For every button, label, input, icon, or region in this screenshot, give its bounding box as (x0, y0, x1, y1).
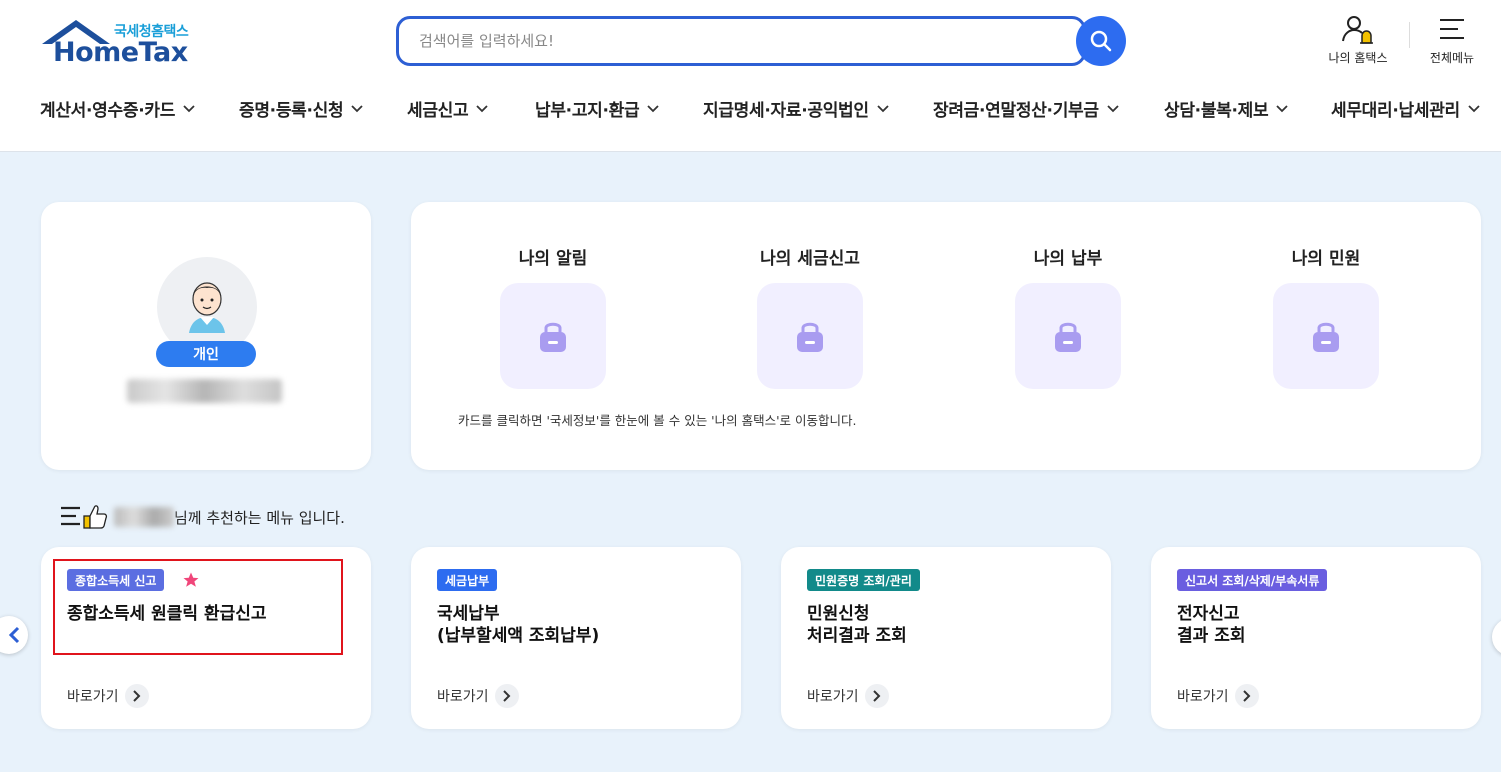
nav-item-certificate[interactable]: 증명·등록·신청 (239, 96, 363, 121)
hamburger-menu-icon (1440, 19, 1464, 39)
go-button[interactable]: 바로가기 (67, 684, 149, 708)
card-title-line: (납부할세액 조회납부) (437, 626, 600, 646)
my-tax-reports[interactable]: 나의 세금신고 (740, 244, 880, 389)
hometax-logo[interactable]: 국세청홈택스 HomeTax (40, 18, 200, 68)
nav-item-statement[interactable]: 지급명세·자료·공익법인 (703, 96, 889, 121)
card-title: 국세납부 (납부할세액 조회납부) (437, 603, 727, 647)
nav-label: 세무대리·납세관리 (1331, 101, 1460, 121)
chevron-right-icon (1242, 690, 1250, 702)
go-button[interactable]: 바로가기 (1177, 684, 1259, 708)
recommend-card-tax-payment[interactable]: 세금납부 국세납부 (납부할세액 조회납부) 바로가기 (411, 547, 741, 729)
go-circle (494, 684, 519, 708)
lock-icon (1313, 322, 1339, 352)
recommend-text: 님께 추천하는 메뉴 입니다. (174, 508, 345, 527)
chevron-down-icon (1107, 104, 1119, 112)
nav-label: 지급명세·자료·공익법인 (703, 101, 869, 121)
go-circle (864, 684, 889, 708)
category-tag: 신고서 조회/삭제/부속서류 (1177, 569, 1328, 591)
go-label: 바로가기 (807, 689, 859, 705)
my-hometax-label: 나의 홈택스 (1328, 51, 1388, 65)
my-civil-requests[interactable]: 나의 민원 (1256, 244, 1396, 389)
nav-label: 납부·고지·환급 (535, 101, 640, 121)
chevron-down-icon (183, 104, 195, 112)
nav-label: 계산서·영수증·카드 (40, 101, 176, 121)
go-label: 바로가기 (67, 689, 119, 705)
go-label: 바로가기 (1177, 689, 1229, 705)
header: 국세청홈택스 HomeTax 나의 홈택스 전체메뉴 계산서· (0, 0, 1501, 152)
my-item-box (1273, 283, 1379, 389)
all-menu-label: 전체메뉴 (1429, 51, 1475, 65)
recommend-heading: 님께 추천하는 메뉴 입니다. (60, 500, 345, 534)
logo-title: HomeTax (53, 37, 188, 68)
header-divider (1409, 22, 1410, 48)
nav-label: 상담·불복·제보 (1164, 101, 1269, 121)
card-title: 민원신청 처리결과 조회 (807, 603, 1097, 647)
chevron-right-icon (502, 690, 510, 702)
list-thumbs-up-icon (61, 505, 108, 529)
my-hometax-card: 나의 알림 나의 세금신고 나의 납부 나의 민원 카드를 클릭하면 '국세정보… (411, 202, 1481, 470)
nav-item-payment[interactable]: 납부·고지·환급 (535, 96, 659, 121)
search-button[interactable] (1076, 16, 1126, 66)
chevron-down-icon (1276, 104, 1288, 112)
chevron-down-icon (877, 104, 889, 112)
user-name-blurred (114, 507, 174, 527)
nav-item-tax-report[interactable]: 세금신고 (407, 96, 489, 121)
my-item-label: 나의 납부 (1033, 249, 1103, 269)
nav-item-consult[interactable]: 상담·불복·제보 (1164, 96, 1288, 121)
carousel-next-button[interactable] (1492, 618, 1501, 656)
chevron-right-icon (872, 690, 880, 702)
my-hometax-note: 카드를 클릭하면 '국세정보'를 한눈에 볼 수 있는 '나의 홈택스'로 이동… (458, 413, 857, 428)
user-name-blurred (127, 379, 282, 403)
search-input[interactable] (396, 16, 1086, 66)
category-tag: 세금납부 (437, 569, 498, 591)
go-label: 바로가기 (437, 689, 489, 705)
carousel-prev-button[interactable] (0, 616, 28, 654)
my-item-label: 나의 알림 (518, 249, 588, 269)
nav-label: 증명·등록·신청 (239, 101, 344, 121)
my-item-label: 나의 세금신고 (760, 249, 860, 269)
card-title-line: 전자신고 (1177, 604, 1240, 624)
all-menu-button[interactable]: 전체메뉴 (1424, 14, 1480, 66)
nav-item-invoice[interactable]: 계산서·영수증·카드 (40, 96, 195, 121)
my-payments[interactable]: 나의 납부 (998, 244, 1138, 389)
card-title-line: 국세납부 (437, 604, 500, 624)
nav-label: 세금신고 (407, 101, 469, 121)
user-bell-icon (1342, 16, 1373, 44)
my-item-label: 나의 민원 (1291, 249, 1361, 269)
my-item-box (757, 283, 863, 389)
chevron-left-icon (8, 626, 20, 644)
nav-item-incentive[interactable]: 장려금·연말정산·기부금 (933, 96, 1119, 121)
card-title-line: 결과 조회 (1177, 626, 1246, 646)
chevron-down-icon (476, 104, 489, 112)
chevron-down-icon (647, 104, 659, 112)
go-circle (1234, 684, 1259, 708)
my-item-box (1015, 283, 1121, 389)
recommend-card-e-filing[interactable]: 신고서 조회/삭제/부속서류 전자신고 결과 조회 바로가기 (1151, 547, 1481, 729)
chevron-down-icon (1468, 104, 1480, 112)
lock-icon (1055, 322, 1081, 352)
card-title-line: 처리결과 조회 (807, 626, 907, 646)
lock-icon (797, 322, 823, 352)
go-circle (124, 684, 149, 708)
category-tag: 민원증명 조회/관리 (807, 569, 920, 591)
card-title: 전자신고 결과 조회 (1177, 603, 1467, 647)
user-type-badge: 개인 (156, 341, 256, 367)
chevron-right-icon (132, 690, 140, 702)
go-button[interactable]: 바로가기 (807, 684, 889, 708)
my-notifications[interactable]: 나의 알림 (483, 244, 623, 389)
chevron-down-icon (351, 104, 363, 112)
nav-label: 장려금·연말정산·기부금 (933, 101, 1099, 121)
go-button[interactable]: 바로가기 (437, 684, 519, 708)
highlight-box (53, 559, 343, 655)
search-bar (396, 16, 1126, 66)
recommend-card-civil-request[interactable]: 민원증명 조회/관리 민원신청 처리결과 조회 바로가기 (781, 547, 1111, 729)
nav-item-agent[interactable]: 세무대리·납세관리 (1331, 96, 1480, 121)
lock-icon (540, 322, 566, 352)
profile-card[interactable]: 개인 (41, 202, 371, 470)
card-title-line: 민원신청 (807, 604, 870, 624)
my-item-box (500, 283, 606, 389)
search-icon (1090, 30, 1112, 52)
my-hometax-button[interactable]: 나의 홈택스 (1322, 14, 1394, 66)
main-nav: 계산서·영수증·카드 증명·등록·신청 세금신고 납부·고지·환급 지급명세·자… (0, 96, 1501, 126)
